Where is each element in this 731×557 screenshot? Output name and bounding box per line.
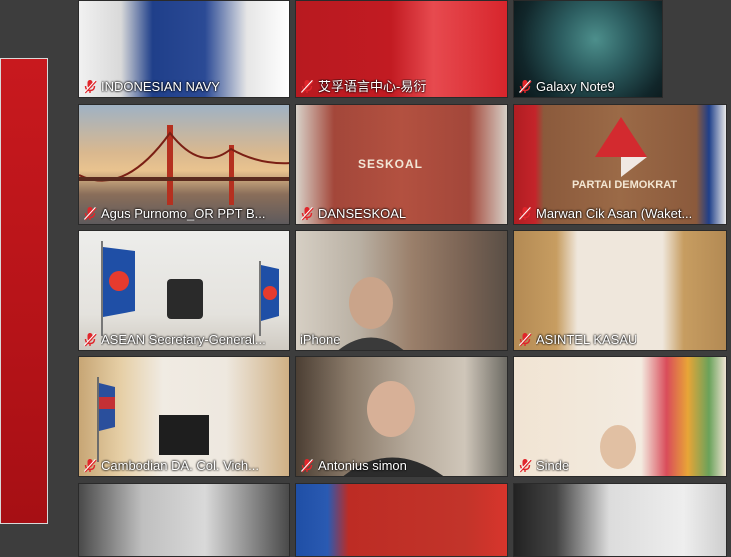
participant-tile-marwan-cik-asan[interactable]: PARTAI DEMOKRAT Marwan Cik Asan (Waket..…: [513, 104, 727, 225]
participant-label: iPhone: [300, 332, 503, 347]
party-sign: PARTAI DEMOKRAT: [572, 179, 678, 191]
mic-muted-icon: [300, 206, 314, 221]
participant-name: Antonius simon: [318, 458, 407, 473]
participant-name: ASINTEL KASAU: [536, 332, 638, 347]
participant-tile-iphone[interactable]: iPhone: [295, 230, 508, 351]
participant-tile-row5-2[interactable]: [295, 483, 508, 557]
mic-muted-icon: [518, 79, 532, 94]
seskoal-sign: SESKOAL: [358, 157, 424, 171]
mic-muted-icon: [518, 206, 532, 221]
mic-muted-icon: [518, 332, 532, 347]
mic-muted-icon: [300, 458, 314, 473]
participant-name: Marwan Cik Asan (Waket...: [536, 206, 693, 221]
participant-name: ASEAN Secretary-General...: [101, 332, 266, 347]
participant-name: INDONESIAN NAVY: [101, 79, 220, 94]
participant-label: Agus Purnomo_OR PPT B...: [83, 206, 285, 221]
participant-label: Sinde: [518, 458, 722, 473]
participant-tile-cambodian-da[interactable]: Cambodian DA. Col. Vich...: [78, 356, 290, 477]
participant-name: Galaxy Note9: [536, 79, 615, 94]
participant-label: Antonius simon: [300, 458, 503, 473]
participant-tile-yi-yan[interactable]: 艾孚语言中心-易衍: [295, 0, 508, 98]
participant-tile-indonesian-navy[interactable]: INDONESIAN NAVY: [78, 0, 290, 98]
participant-tile-row5-1[interactable]: [78, 483, 290, 557]
participant-label: Marwan Cik Asan (Waket...: [518, 206, 722, 221]
participant-tile-sinde[interactable]: Sinde: [513, 356, 727, 477]
participant-tile-row5-3[interactable]: [513, 483, 727, 557]
participant-label: Galaxy Note9: [518, 79, 658, 94]
participant-name: DANSESKOAL: [318, 206, 407, 221]
mic-muted-icon: [83, 79, 97, 94]
mic-muted-icon: [518, 458, 532, 473]
participant-name: Sinde: [536, 458, 570, 473]
participant-label: ASINTEL KASAU: [518, 332, 722, 347]
mic-muted-icon: [83, 458, 97, 473]
participant-label: ASEAN Secretary-General...: [83, 332, 285, 347]
participant-tile-asean-secretary-general[interactable]: ASEAN Secretary-General...: [78, 230, 290, 351]
participant-tile-asintel-kasau[interactable]: ASINTEL KASAU: [513, 230, 727, 351]
mic-muted-icon: [300, 79, 314, 94]
participant-tile-agus-purnomo[interactable]: Agus Purnomo_OR PPT B...: [78, 104, 290, 225]
participant-name: iPhone: [300, 332, 341, 347]
participant-tile-danseskoal[interactable]: SESKOAL DANSESKOAL: [295, 104, 508, 225]
participant-tile-galaxy-note9[interactable]: Galaxy Note9: [513, 0, 663, 98]
participant-name: Cambodian DA. Col. Vich...: [101, 458, 259, 473]
participant-label: INDONESIAN NAVY: [83, 79, 285, 94]
participant-label: Cambodian DA. Col. Vich...: [83, 458, 285, 473]
participant-label: 艾孚语言中心-易衍: [300, 79, 503, 94]
participant-name: 艾孚语言中心-易衍: [318, 79, 427, 94]
participant-name: Agus Purnomo_OR PPT B...: [101, 206, 266, 221]
participant-label: DANSESKOAL: [300, 206, 503, 221]
mic-muted-icon: [83, 332, 97, 347]
mic-muted-icon: [83, 206, 97, 221]
participant-tile-antonius-simon[interactable]: Antonius simon: [295, 356, 508, 477]
shared-screen-tile[interactable]: [0, 58, 48, 524]
gallery-view: INDONESIAN NAVY 艾孚语言中心-易衍 Galaxy Note9 A…: [0, 0, 731, 557]
